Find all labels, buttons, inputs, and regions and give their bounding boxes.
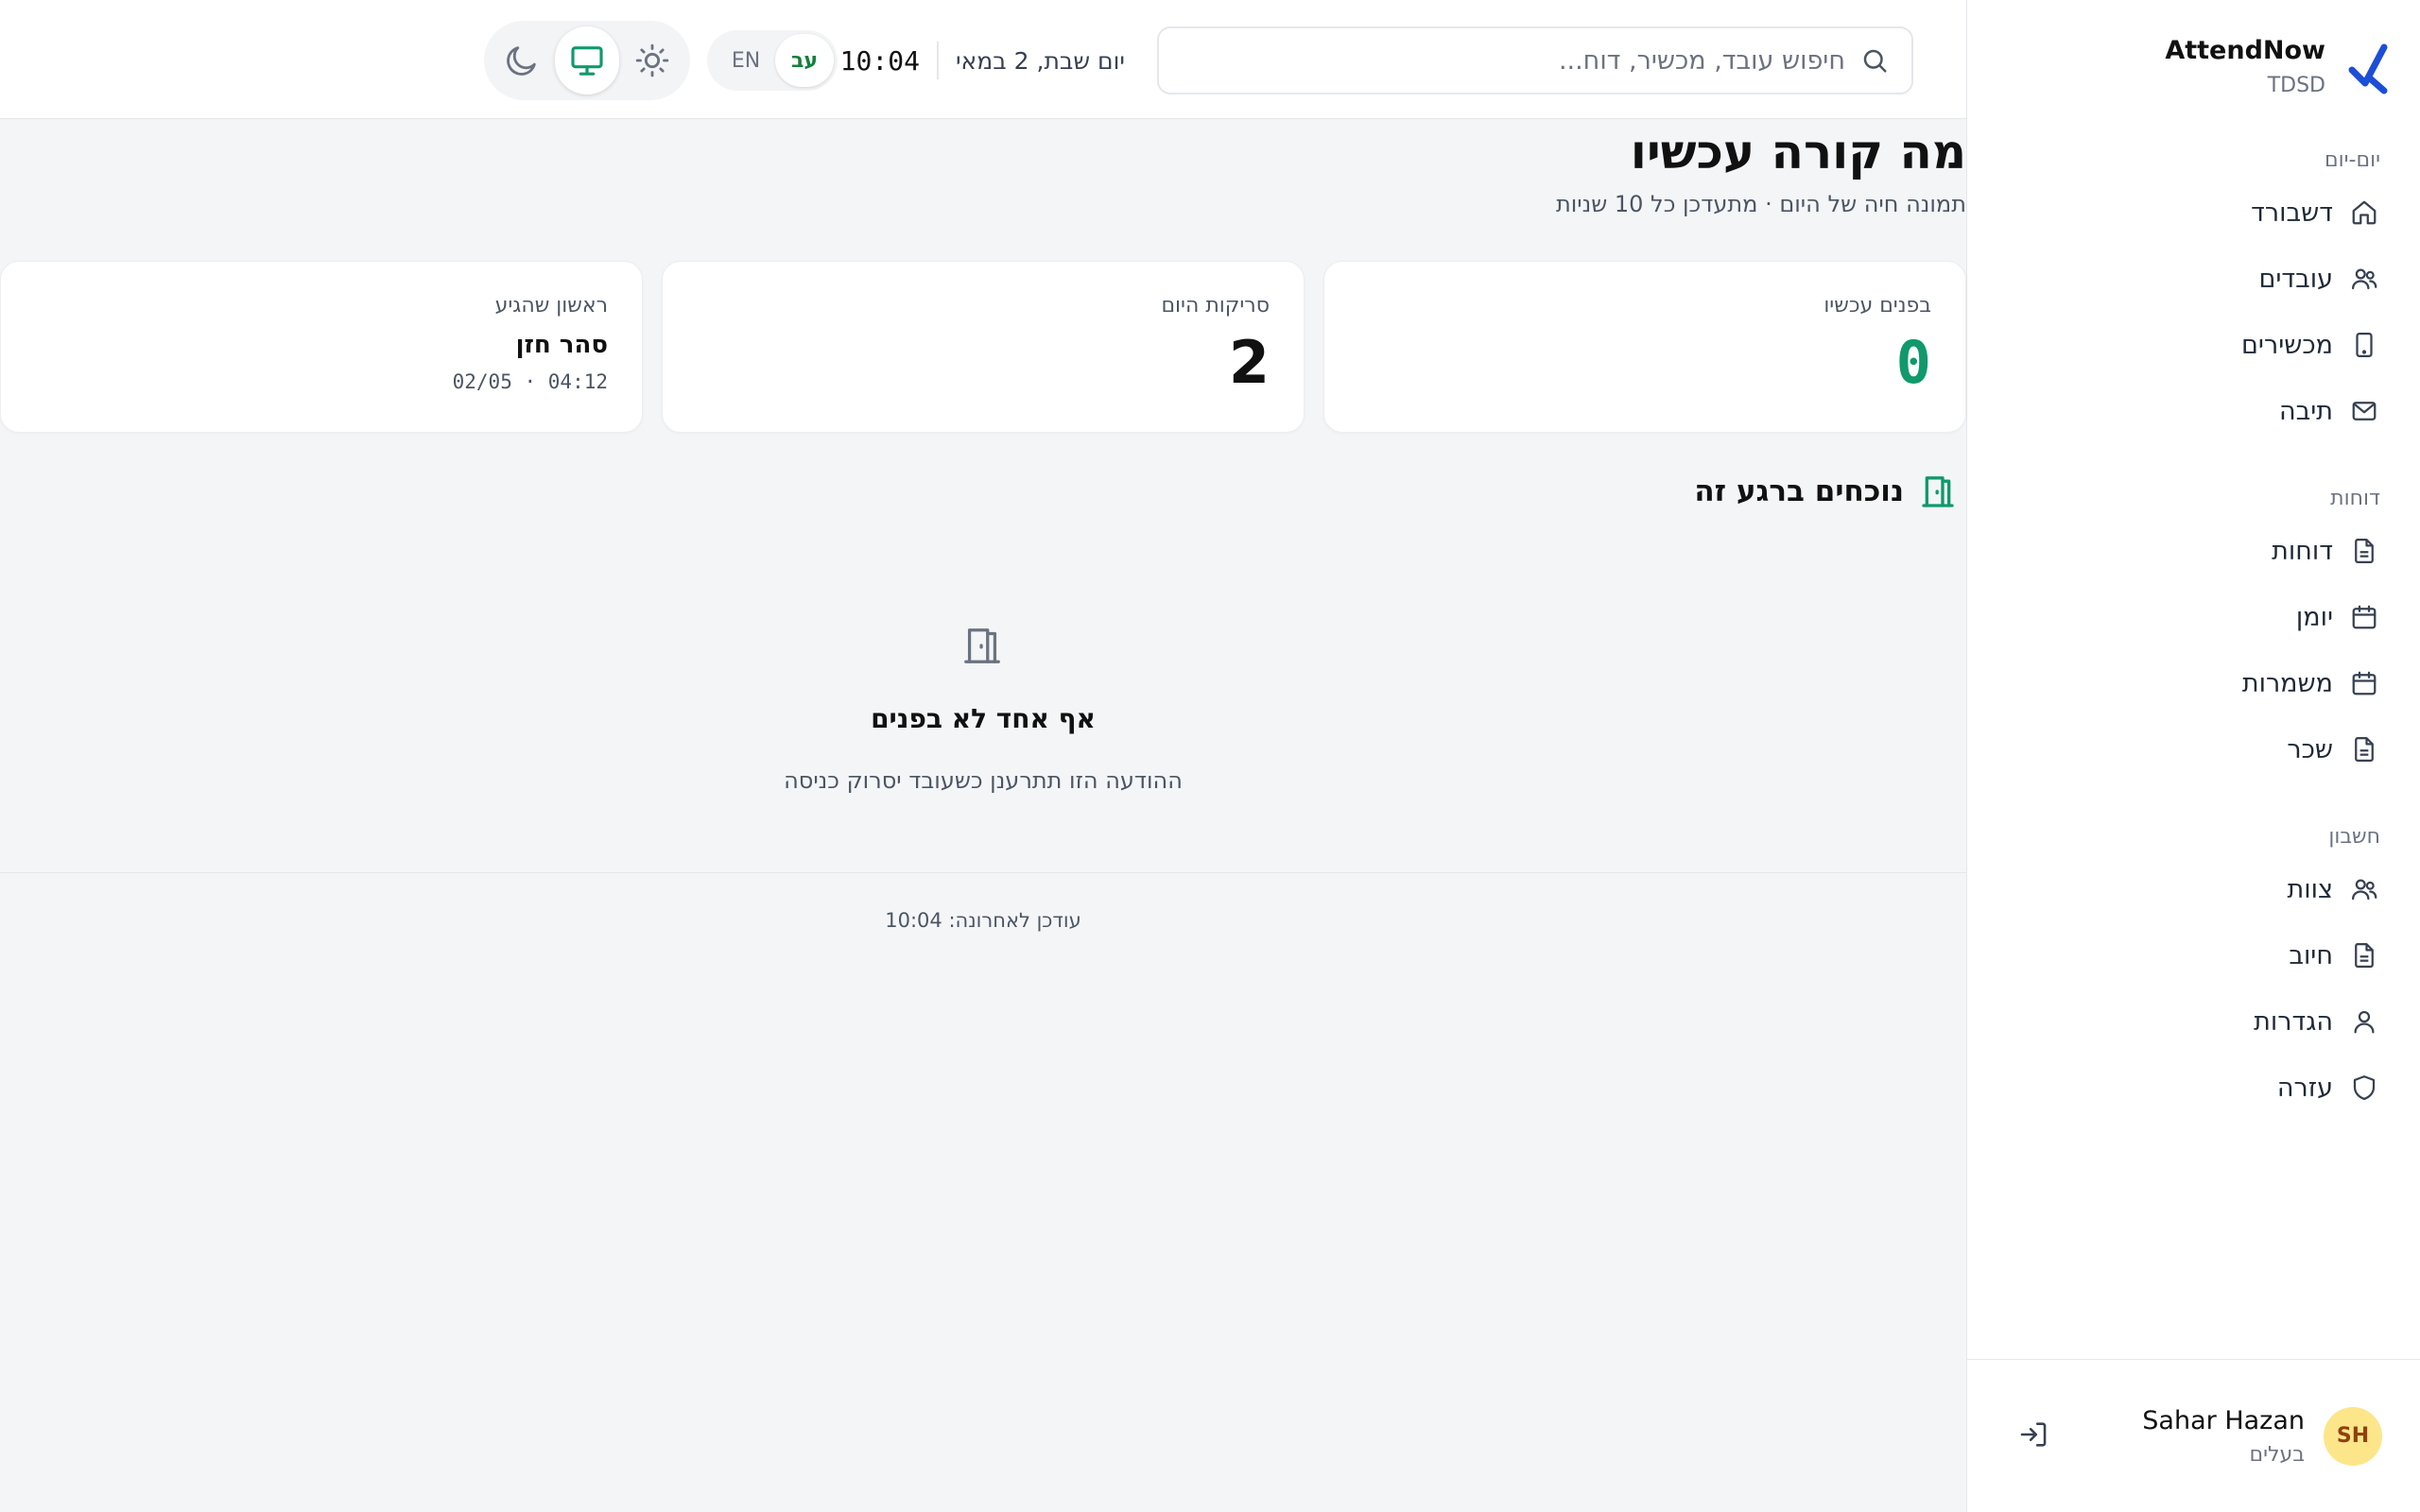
moon-icon xyxy=(506,46,536,76)
nav-section-daily: יום-יום דשבורד עובדים מכשירים תיבה xyxy=(1966,142,2420,444)
logout-icon xyxy=(2020,1421,2047,1447)
shield-icon xyxy=(2353,1075,2376,1100)
sidebar-item-reports[interactable]: דוחות xyxy=(1966,518,2420,584)
sidebar-item-label: מכשירים xyxy=(2241,330,2333,360)
date-time: יום שבת, 2 במאי 10:04 xyxy=(840,34,1125,87)
sidebar-item-billing[interactable]: חיוב xyxy=(1966,922,2420,988)
sidebar-item-label: דוחות xyxy=(2272,536,2333,566)
sidebar-item-team[interactable]: צוות xyxy=(1966,856,2420,922)
sidebar-item-settings[interactable]: הגדרות xyxy=(1966,988,2420,1055)
sidebar-item-help[interactable]: עזרה xyxy=(1966,1055,2420,1121)
sidebar-item-devices[interactable]: מכשירים xyxy=(1966,312,2420,378)
stat-card-inside-now: בפנים עכשיו 0 xyxy=(1323,261,1966,433)
current-time: 10:04 xyxy=(839,44,920,77)
calendar-icon xyxy=(2352,671,2377,696)
file-icon xyxy=(2355,943,2374,968)
sidebar-item-label: צוות xyxy=(2287,874,2333,904)
search-box[interactable] xyxy=(1157,26,1913,94)
lang-en-button[interactable]: EN xyxy=(717,34,775,87)
nav-heading: דוחות xyxy=(2330,487,2380,510)
sidebar-item-inbox[interactable]: תיבה xyxy=(1966,378,2420,444)
page-title: מה קורה עכשיו xyxy=(1630,125,1966,180)
nav-heading: חשבון xyxy=(2328,825,2380,849)
users-icon xyxy=(2352,879,2377,901)
sidebar-item-label: משמרות xyxy=(2241,668,2333,698)
divider xyxy=(936,42,939,79)
user-icon xyxy=(2354,1010,2375,1034)
brand[interactable]: AttendNow TDSD xyxy=(2165,30,2390,100)
nav-section-reports: דוחות דוחות יומן משמרות שכר xyxy=(1966,480,2420,782)
home-icon xyxy=(2352,200,2377,225)
sidebar-item-label: הגדרות xyxy=(2254,1006,2333,1037)
logout-button[interactable] xyxy=(2017,1418,2049,1454)
current-date: יום שבת, 2 במאי xyxy=(955,46,1125,75)
sidebar: AttendNow TDSD יום-יום דשבורד עובדים מכש… xyxy=(1966,0,2420,1512)
stat-value: 0 xyxy=(1895,328,1931,397)
sidebar-item-label: תיבה xyxy=(2278,396,2333,426)
sidebar-item-label: יומן xyxy=(2295,602,2333,632)
theme-system-button[interactable] xyxy=(555,26,619,94)
stat-label: סריקות היום xyxy=(1161,294,1270,318)
door-icon xyxy=(1922,476,1954,507)
sidebar-item-payroll[interactable]: שכר xyxy=(1966,716,2420,782)
user-profile[interactable]: SH Sahar Hazan בעלים xyxy=(2142,1402,2382,1470)
stats-row: בפנים עכשיו 0 סריקות היום 2 ראשון שהגיע … xyxy=(0,261,1966,433)
page-subtitle: תמונה חיה של היום · מתעדכן כל 10 שניות xyxy=(1555,191,1966,217)
present-now-header: נוכחים ברגע זה xyxy=(1694,472,1957,510)
mail-icon xyxy=(2352,402,2377,421)
sidebar-item-dashboard[interactable]: דשבורד xyxy=(1966,180,2420,246)
present-list-empty: אף אחד לא בפנים ההודעה הזו תתרענן כשעובד… xyxy=(0,537,1966,873)
last-updated: עודכן לאחרונה: 10:04 xyxy=(885,909,1081,932)
brand-sub: TDSD xyxy=(2267,74,2325,97)
stat-card-first-arrived: ראשון שהגיע סהר חזן 04:12 · 02/05 xyxy=(0,261,643,433)
nav-section-account: חשבון צוות חיוב הגדרות עזרה xyxy=(1966,818,2420,1121)
file-icon xyxy=(2355,539,2374,563)
first-arrived-time: 04:12 · 02/05 xyxy=(452,370,608,393)
sidebar-item-label: שכר xyxy=(2287,734,2333,765)
sun-icon xyxy=(636,43,669,77)
sidebar-nav: יום-יום דשבורד עובדים מכשירים תיבה דוחות xyxy=(1966,142,2420,1157)
search-input[interactable] xyxy=(1159,28,1845,93)
monitor-icon xyxy=(571,46,603,76)
door-icon xyxy=(964,628,1000,663)
sidebar-item-journal[interactable]: יומן xyxy=(1966,584,2420,650)
present-now-title: נוכחים ברגע זה xyxy=(1694,474,1904,508)
empty-state-description: ההודעה הזו תתרענן כשעובד יסרוק כניסה xyxy=(784,767,1183,794)
sidebar-item-label: דשבורד xyxy=(2251,198,2333,228)
avatar: SH xyxy=(2324,1406,2382,1466)
sidebar-footer: SH Sahar Hazan בעלים xyxy=(1966,1359,2420,1512)
topbar: יום שבת, 2 במאי 10:04 עב EN xyxy=(0,0,1966,119)
users-icon xyxy=(2352,268,2377,290)
search-icon xyxy=(1863,49,1887,73)
user-role: בעלים xyxy=(2249,1442,2305,1467)
user-name: Sahar Hazan xyxy=(2142,1405,2305,1435)
tablet-icon xyxy=(2356,333,2373,357)
sidebar-item-label: עובדים xyxy=(2258,264,2333,294)
theme-toggle xyxy=(484,21,690,100)
stat-value: 2 xyxy=(1228,328,1270,397)
sidebar-item-employees[interactable]: עובדים xyxy=(1966,246,2420,312)
sidebar-item-label: חיוב xyxy=(2289,940,2333,971)
brand-name: AttendNow xyxy=(2165,36,2325,65)
empty-state-title: אף אחד לא בפנים xyxy=(871,703,1096,734)
stat-label: ראשון שהגיע xyxy=(494,294,608,318)
checkmark-logo-icon xyxy=(2348,43,2388,94)
stat-card-scans-today: סריקות היום 2 xyxy=(662,261,1305,433)
theme-light-button[interactable] xyxy=(621,26,684,94)
lang-he-button[interactable]: עב xyxy=(775,34,834,87)
first-arrived-name: סהר חזן xyxy=(515,331,608,359)
stat-label: בפנים עכשיו xyxy=(1824,294,1931,318)
file-icon xyxy=(2355,737,2374,762)
theme-dark-button[interactable] xyxy=(490,26,553,94)
sidebar-item-label: עזרה xyxy=(2276,1073,2333,1103)
calendar-icon xyxy=(2352,605,2377,629)
sidebar-item-shifts[interactable]: משמרות xyxy=(1966,650,2420,716)
nav-heading: יום-יום xyxy=(2325,148,2380,172)
language-toggle: עב EN xyxy=(707,30,838,91)
